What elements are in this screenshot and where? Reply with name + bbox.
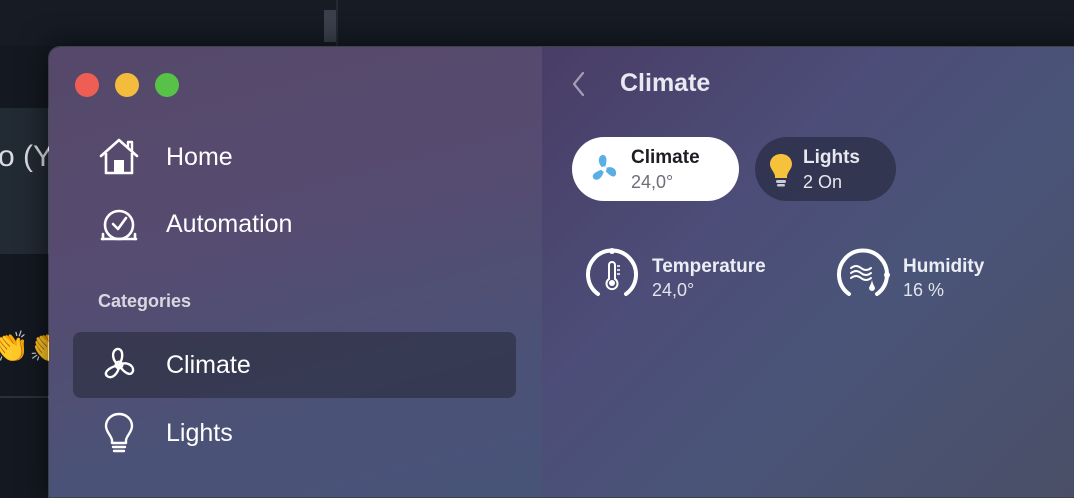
fan-icon	[97, 343, 141, 387]
sidebar-item-label: Lights	[166, 418, 233, 447]
background-divider	[336, 0, 338, 46]
sidebar-item-label: Climate	[166, 350, 251, 379]
background-toolbar	[0, 0, 1074, 46]
sidebar-item-climate[interactable]: Climate	[73, 332, 516, 398]
sensor-value: 16 %	[903, 280, 945, 300]
sensor-title: Humidity	[903, 256, 985, 277]
main-content: Climate Climate 24,0° Lights 2 On Temper…	[542, 47, 1074, 497]
tile-subtitle: 24,0°	[631, 172, 674, 192]
automation-clock-icon	[97, 202, 141, 246]
back-button[interactable]	[568, 69, 590, 99]
climate-tile[interactable]: Climate 24,0°	[572, 137, 739, 201]
lightbulb-icon	[769, 153, 801, 187]
tile-title: Climate	[631, 147, 700, 168]
thermometer-gauge-icon	[584, 247, 640, 303]
page-title: Climate	[620, 69, 711, 97]
lightbulb-icon	[97, 411, 141, 455]
minimize-window-button[interactable]	[115, 73, 139, 97]
sidebar: Home Automation Categories Climate Light…	[49, 47, 542, 497]
fan-icon	[588, 153, 620, 185]
humidity-sensor[interactable]: Humidity 16 %	[835, 247, 1035, 303]
sensor-title: Temperature	[652, 256, 766, 277]
sidebar-item-label: Automation	[166, 209, 293, 238]
sidebar-item-lights[interactable]: Lights	[73, 400, 516, 466]
tile-title: Lights	[803, 147, 860, 168]
chevron-left-icon	[572, 71, 585, 97]
close-window-button[interactable]	[75, 73, 99, 97]
background-scrollbar	[324, 10, 336, 42]
tile-subtitle: 2 On	[803, 172, 843, 192]
lights-tile[interactable]: Lights 2 On	[755, 137, 896, 201]
zoom-window-button[interactable]	[155, 73, 179, 97]
sensor-value: 24,0°	[652, 280, 695, 300]
sidebar-item-home[interactable]: Home	[73, 124, 516, 190]
humidity-gauge-icon	[835, 247, 891, 303]
home-app-window: Home Automation Categories Climate Light…	[48, 46, 1074, 498]
sidebar-item-automation[interactable]: Automation	[73, 191, 516, 257]
temperature-sensor[interactable]: Temperature 24,0°	[584, 247, 804, 303]
home-icon	[97, 135, 141, 179]
categories-section-title: Categories	[98, 291, 192, 311]
sidebar-item-label: Home	[166, 142, 233, 171]
